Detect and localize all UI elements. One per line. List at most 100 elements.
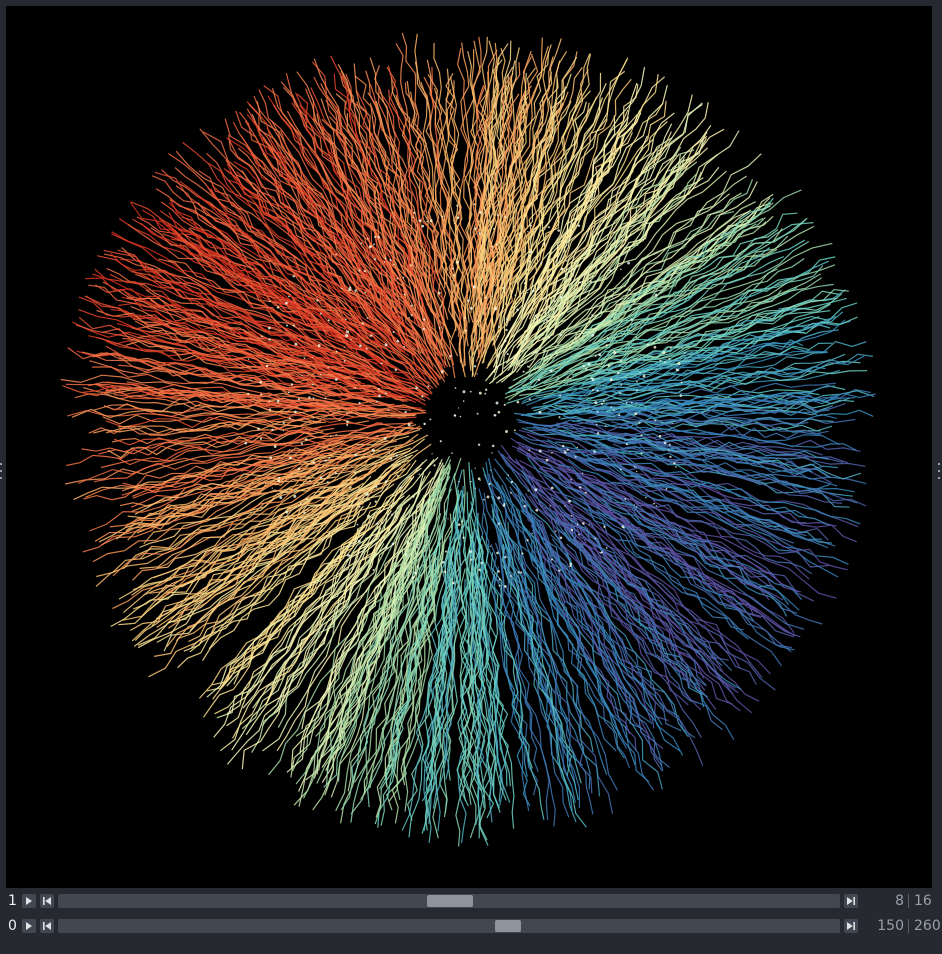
track-point [285,301,288,305]
track-point [373,258,377,261]
dim-slider-thumb[interactable] [427,895,473,907]
track-point [454,387,457,389]
track-point [309,479,311,482]
track-point [289,456,292,460]
track-point [341,288,343,290]
track-point [257,427,260,431]
track-point [423,318,426,321]
track-point [349,286,352,289]
track-point [293,490,296,493]
track-point [454,414,457,417]
dim-slider-track[interactable] [58,919,840,933]
play-button[interactable] [22,894,36,908]
track-point [491,444,495,448]
track-point [345,334,349,338]
track-point [479,210,483,214]
track-point [276,399,280,403]
track-point [403,293,406,296]
track-point [438,326,441,329]
track-point [452,274,455,277]
track-point [531,289,535,293]
track-point [576,523,579,526]
current-frame[interactable]: 150 [866,918,908,934]
track-point [585,285,587,287]
track-point [603,525,606,528]
track-point [669,346,672,349]
dim-slider-thumb[interactable] [495,920,521,932]
track-point [562,444,565,448]
dim-slider-track[interactable] [58,894,840,908]
track-point [416,543,419,546]
track-point [365,524,368,527]
track-point [464,316,467,319]
track-point [426,220,428,223]
track-point [418,219,422,223]
track-point [287,391,290,394]
track-point [360,242,363,245]
track-point [534,369,536,371]
track-point [497,496,501,500]
track-point [591,389,594,391]
track-point [596,411,599,413]
track-point [339,419,341,422]
track-point [550,486,554,490]
track-point [288,417,291,420]
track-point [620,384,623,386]
track-point [507,474,509,476]
track-point [383,437,387,441]
track-point [673,462,676,465]
track-point [396,339,400,343]
track-point [526,539,529,542]
track-point [545,319,548,322]
track-point [653,287,656,290]
track-line [330,55,417,280]
track-point [677,369,680,372]
track-point [579,281,582,284]
track-point [568,499,572,503]
track-point [582,365,585,368]
track-point [564,449,566,452]
step-back-button[interactable] [40,894,54,908]
track-point [516,400,520,404]
track-point [285,510,289,514]
track-point [327,319,330,322]
current-frame[interactable]: 8 [866,893,908,909]
left-dock-handle[interactable] [0,463,3,479]
track-point [461,520,464,523]
track-point [630,401,633,404]
track-point [482,498,485,501]
track-point [429,418,432,421]
track-point [594,354,597,357]
track-point [305,438,308,441]
track-point [370,334,373,337]
track-point [527,490,529,492]
track-point [489,545,491,548]
track-point [635,506,638,508]
track-point [479,479,481,481]
track-point [439,496,442,499]
track-point [294,342,298,346]
play-button[interactable] [22,919,36,933]
track-point [414,571,418,575]
track-point [358,401,361,405]
track-point [570,528,574,532]
image-canvas[interactable] [6,6,932,888]
track-point [277,479,280,483]
track-point [395,516,398,518]
step-forward-button[interactable] [844,894,858,908]
track-point [470,481,472,483]
step-forward-button[interactable] [844,919,858,933]
track-point [300,442,304,445]
right-dock-handle[interactable] [938,463,941,479]
track-point [640,452,643,455]
track-line [518,421,844,464]
step-back-button[interactable] [40,919,54,933]
track-point [335,350,338,353]
track-point [520,360,524,363]
track-point [588,524,590,526]
viewer-window: 1 8 16 0 150 260 [0,0,942,954]
track-point [667,449,670,451]
track-point [595,423,598,426]
track-point [311,356,313,359]
track-point [596,389,599,392]
